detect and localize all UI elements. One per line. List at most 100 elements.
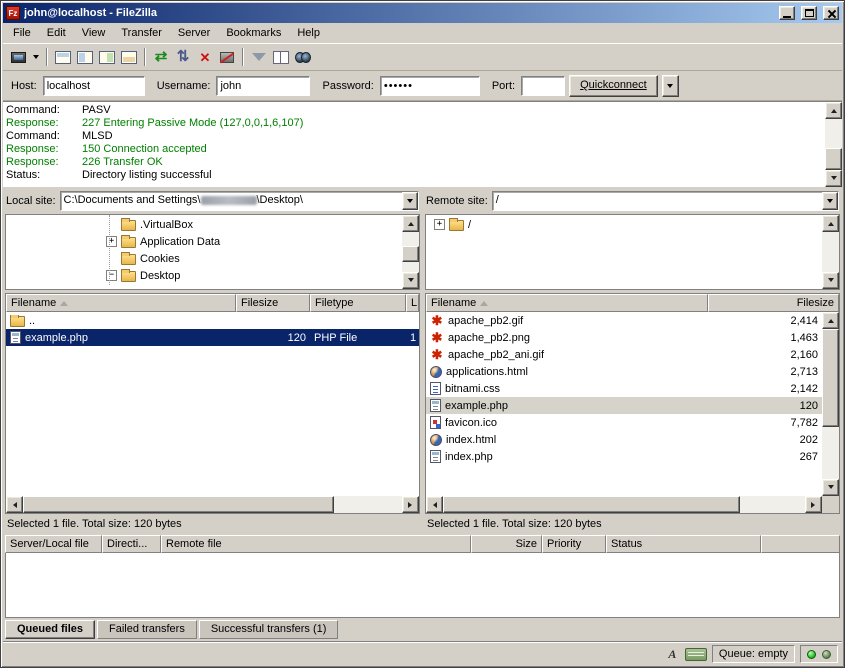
scroll-track[interactable] [23,496,402,513]
scroll-left-button[interactable] [6,496,23,513]
queue-column-remote-file[interactable]: Remote file [161,535,471,553]
column-filesize[interactable]: Filesize [708,294,839,312]
remote-file-row-favicon-ico[interactable]: favicon.ico 7,782 [426,414,822,431]
tree-item-root[interactable]: +/ [426,216,822,233]
local-site-combo[interactable]: C:\Documents and Settings\\Desktop\ [60,191,419,211]
cancel-transfer-button[interactable]: ✕ [194,46,216,68]
remote-file-row-index-php[interactable]: index.php 267 [426,448,822,465]
scroll-up-button[interactable] [822,312,839,329]
process-queue-button[interactable]: ⇅ [172,46,194,68]
remote-file-row-index-html[interactable]: index.html 202 [426,431,822,448]
scroll-right-button[interactable] [402,496,419,513]
expand-plus-icon[interactable]: + [434,219,445,230]
scroll-up-button[interactable] [825,102,842,119]
column-last-modified[interactable]: L [406,294,419,312]
local-file-row-parent[interactable]: .. [6,312,419,329]
column-filename[interactable]: Filename [426,294,708,312]
remote-list-hscrollbar[interactable] [426,496,839,513]
filter-button[interactable] [248,46,270,68]
menu-transfer[interactable]: Transfer [113,24,170,42]
site-manager-button[interactable] [7,46,29,68]
scroll-track[interactable] [402,232,419,272]
scroll-track[interactable] [822,329,839,479]
quickconnect-dropdown-button[interactable] [662,75,679,97]
username-input[interactable] [216,76,310,96]
remote-file-row-apache-pb2-gif[interactable]: ✱apache_pb2.gif 2,414 [426,312,822,329]
host-input[interactable] [43,76,145,96]
queue-column-direction[interactable]: Directi... [102,535,161,553]
scroll-right-button[interactable] [805,496,822,513]
site-manager-dropdown-button[interactable] [29,46,42,68]
remote-site-combo[interactable]: / [492,191,839,211]
local-tree-scrollbar[interactable] [402,215,419,289]
scroll-track[interactable] [825,119,842,170]
disconnect-button[interactable] [216,46,238,68]
tab-successful-transfers[interactable]: Successful transfers (1) [199,620,339,639]
tab-queued-files[interactable]: Queued files [5,620,95,639]
remote-list-scrollbar[interactable] [822,312,839,496]
quickconnect-button[interactable]: Quickconnect [569,75,658,97]
remote-site-dropdown-button[interactable] [822,192,838,210]
remote-tree-scrollbar[interactable] [822,215,839,289]
tree-item-application-data[interactable]: +Application Data [6,233,402,250]
column-filename[interactable]: Filename [6,294,236,312]
remote-file-row-bitnami-css[interactable]: bitnami.css 2,142 [426,380,822,397]
tree-item-cookies[interactable]: Cookies [6,250,402,267]
password-input[interactable] [380,76,480,96]
remote-file-row-applications-html[interactable]: applications.html 2,713 [426,363,822,380]
menu-bookmarks[interactable]: Bookmarks [218,24,289,42]
log-scrollbar[interactable] [825,102,842,187]
remote-file-row-apache-pb2-png[interactable]: ✱apache_pb2.png 1,463 [426,329,822,346]
scroll-down-button[interactable] [825,170,842,187]
collapse-minus-icon[interactable]: − [106,270,117,281]
scroll-thumb[interactable] [23,496,334,513]
menu-server[interactable]: Server [170,24,218,42]
tree-item-desktop[interactable]: −Desktop [6,267,402,284]
toggle-transfer-queue-button[interactable] [118,46,140,68]
scroll-down-button[interactable] [822,479,839,496]
menu-file[interactable]: File [5,24,39,42]
minimize-button[interactable] [779,6,795,20]
scroll-left-button[interactable] [426,496,443,513]
scroll-thumb[interactable] [402,246,419,262]
toggle-message-log-button[interactable] [52,46,74,68]
tree-item-virtualbox[interactable]: .VirtualBox [6,216,402,233]
local-list-hscrollbar[interactable] [6,496,419,513]
column-filetype[interactable]: Filetype [310,294,406,312]
scroll-down-button[interactable] [402,272,419,289]
ascii-transfer-type-icon[interactable]: A [665,647,680,662]
column-filesize[interactable]: Filesize [236,294,310,312]
menu-view[interactable]: View [74,24,114,42]
queue-column-status[interactable]: Status [606,535,761,553]
refresh-button[interactable]: ⇄ [150,46,172,68]
directory-comparison-button[interactable] [270,46,292,68]
maximize-button[interactable] [801,6,817,20]
queue-column-local-file[interactable]: Server/Local file [5,535,102,553]
remote-file-row-apache-pb2-ani-gif[interactable]: ✱apache_pb2_ani.gif 2,160 [426,346,822,363]
tab-failed-transfers[interactable]: Failed transfers [97,620,197,639]
remote-site-path[interactable]: / [493,192,822,210]
queue-column-priority[interactable]: Priority [542,535,606,553]
menu-help[interactable]: Help [289,24,328,42]
scroll-track[interactable] [443,496,805,513]
scroll-up-button[interactable] [822,215,839,232]
scroll-thumb[interactable] [825,148,842,170]
scroll-thumb[interactable] [443,496,740,513]
local-site-path[interactable]: C:\Documents and Settings\\Desktop\ [61,192,402,210]
find-files-button[interactable] [292,46,314,68]
queue-list-area[interactable] [5,553,840,618]
menu-edit[interactable]: Edit [39,24,74,42]
expand-plus-icon[interactable]: + [106,236,117,247]
toggle-remote-tree-button[interactable] [96,46,118,68]
toggle-local-tree-button[interactable] [74,46,96,68]
local-file-row-example-php[interactable]: example.php 120 PHP File 1 [6,329,419,346]
scroll-up-button[interactable] [402,215,419,232]
titlebar[interactable]: Fz john@localhost - FileZilla [3,3,842,23]
close-button[interactable] [823,6,839,20]
scroll-track[interactable] [822,232,839,272]
queue-column-size[interactable]: Size [471,535,542,553]
local-site-dropdown-button[interactable] [402,192,418,210]
scroll-down-button[interactable] [822,272,839,289]
port-input[interactable] [521,76,565,96]
scroll-thumb[interactable] [822,329,839,427]
